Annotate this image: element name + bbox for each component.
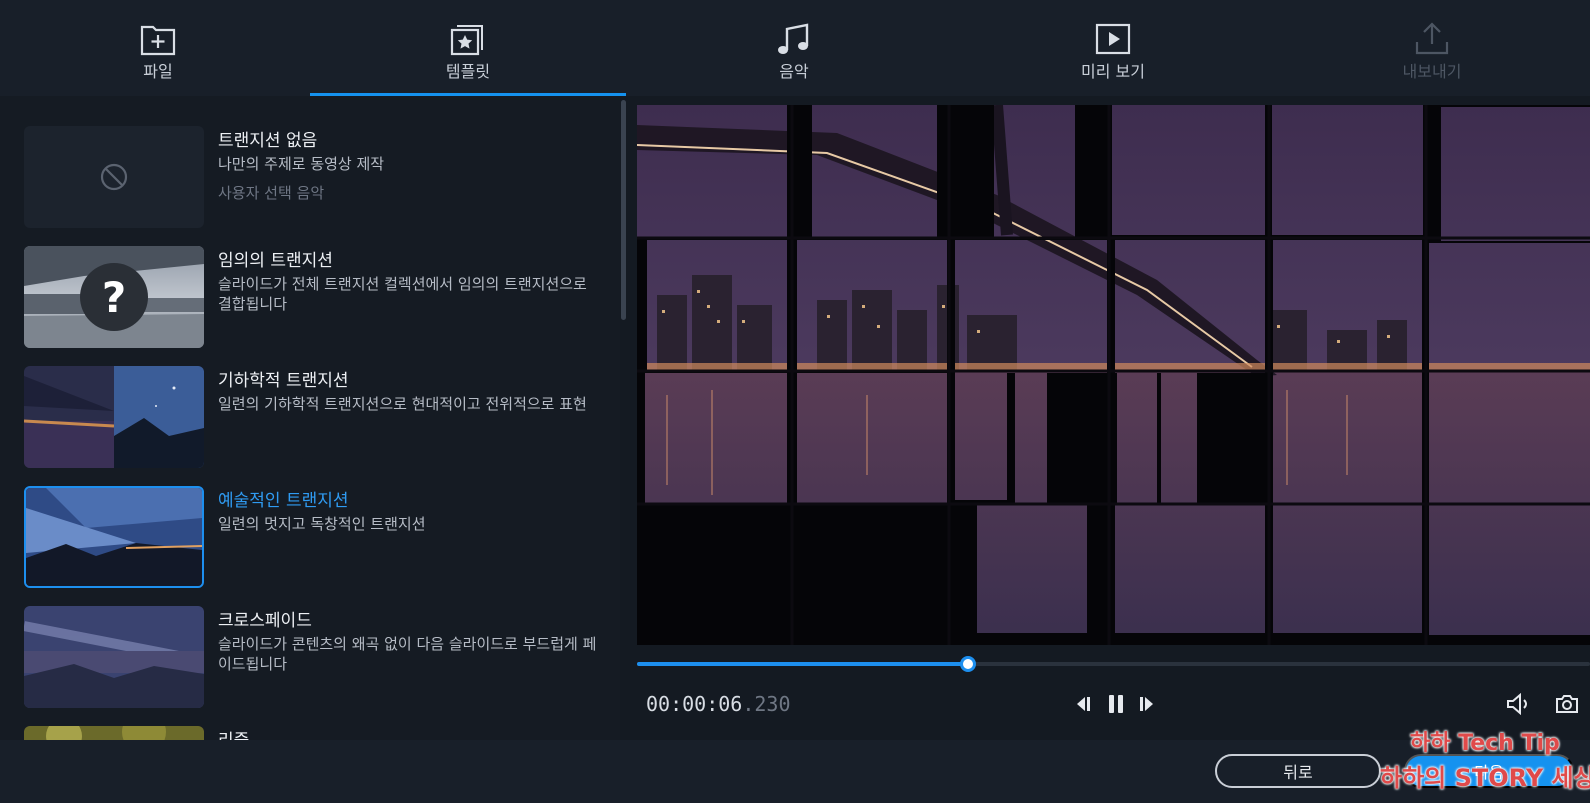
svg-text:?: ? [102,273,126,322]
tab-templates-label: 템플릿 [445,62,491,81]
transition-desc: 일련의 멋지고 독창적인 트랜지션 [218,515,426,533]
step-forward-icon [1140,697,1153,711]
tab-templates[interactable]: 템플릿 [310,0,626,96]
template-star-icon [448,20,488,58]
tab-music[interactable]: 음악 [636,0,952,96]
transition-item-random[interactable]: ? 임의의 트랜지션 슬라이드가 전체 트랜지션 컬렉션에서 임의의 트랜지션으… [24,246,614,348]
timecode-main: 00:00:06 [646,692,743,716]
transition-desc: 슬라이드가 콘텐츠의 왜곡 없이 다음 슬라이드로 부드럽게 페이드됩니다 [218,635,597,673]
timecode: 00:00:06.230 [646,692,791,716]
transition-thumb [24,726,204,740]
transition-thumb [24,486,204,588]
transition-thumb [24,126,204,228]
transition-item-crossfade[interactable]: 크로스페이드 슬라이드가 콘텐츠의 왜곡 없이 다음 슬라이드로 부드럽게 페이… [24,606,614,708]
transition-title: 임의의 트랜지션 [218,251,333,271]
previous-frame-button[interactable] [1070,691,1096,717]
volume-button[interactable] [1504,690,1534,718]
transition-list: 트랜지션 없음 나만의 주제로 동영상 제작 사용자 선택 음악 ? 임의의 트… [0,96,626,740]
watermark-line1: 하하 Tech Tip [1410,731,1560,756]
transition-item-zoom[interactable]: 리줌 [24,726,614,740]
video-preview [637,105,1590,645]
transition-title: 트랜지션 없음 [218,131,318,151]
transition-thumb [24,606,204,708]
transition-thumb: ? [24,246,204,348]
transition-thumb [24,366,204,468]
transition-title: 리줌 [218,726,249,740]
transition-sub: 사용자 선택 음악 [218,184,325,202]
transition-desc: 나만의 주제로 동영상 제작 [218,155,385,173]
transition-title: 기하학적 트랜지션 [218,371,349,391]
tab-music-label: 음악 [779,62,809,81]
pause-button[interactable] [1102,690,1130,718]
top-toolbar: 파일 템플릿 음악 미리 보기 내보내기 [0,0,1590,96]
watermark-line2: 하하의 STORY 세상 [1380,764,1590,792]
tab-export[interactable]: 내보내기 [1274,0,1590,96]
speaker-icon [1507,693,1527,715]
music-note-icon [774,20,814,58]
tab-export-label: 내보내기 [1402,62,1462,81]
play-preview-icon [1093,20,1133,58]
back-button[interactable]: 뒤로 [1215,754,1381,788]
next-frame-button[interactable] [1134,691,1160,717]
transition-desc: 일련의 기하학적 트랜지션으로 현대적이고 전위적으로 표현 [218,395,587,413]
transition-item-artistic[interactable]: 예술적인 트랜지션 일련의 멋지고 독창적인 트랜지션 [24,486,614,588]
question-mark-icon: ? [80,263,148,331]
step-back-icon [1077,697,1090,711]
pause-icon [1109,695,1123,713]
seek-bar-handle[interactable] [959,656,976,672]
transition-item-none[interactable]: 트랜지션 없음 나만의 주제로 동영상 제작 사용자 선택 음악 [24,126,614,228]
export-upload-icon [1412,20,1452,58]
no-symbol-icon [100,163,128,191]
tab-preview[interactable]: 미리 보기 [955,0,1271,96]
transition-desc: 슬라이드가 전체 트랜지션 컬렉션에서 임의의 트랜지션으로 결합됩니다 [218,275,587,313]
transition-title: 예술적인 트랜지션 [218,491,349,511]
seek-bar-progress [637,662,968,666]
transition-title: 크로스페이드 [218,611,312,631]
tab-file-label: 파일 [143,62,173,81]
add-file-icon [138,20,178,58]
tab-preview-label: 미리 보기 [1081,62,1145,81]
snapshot-button[interactable] [1552,690,1582,718]
seek-bar[interactable] [637,656,1590,672]
timecode-ms: .230 [742,692,791,716]
transition-item-geometric[interactable]: 기하학적 트랜지션 일련의 기하학적 트랜지션으로 현대적이고 전위적으로 표현 [24,366,614,468]
list-scrollbar-thumb[interactable] [621,100,626,320]
camera-icon [1556,695,1578,713]
tab-file[interactable]: 파일 [0,0,316,96]
